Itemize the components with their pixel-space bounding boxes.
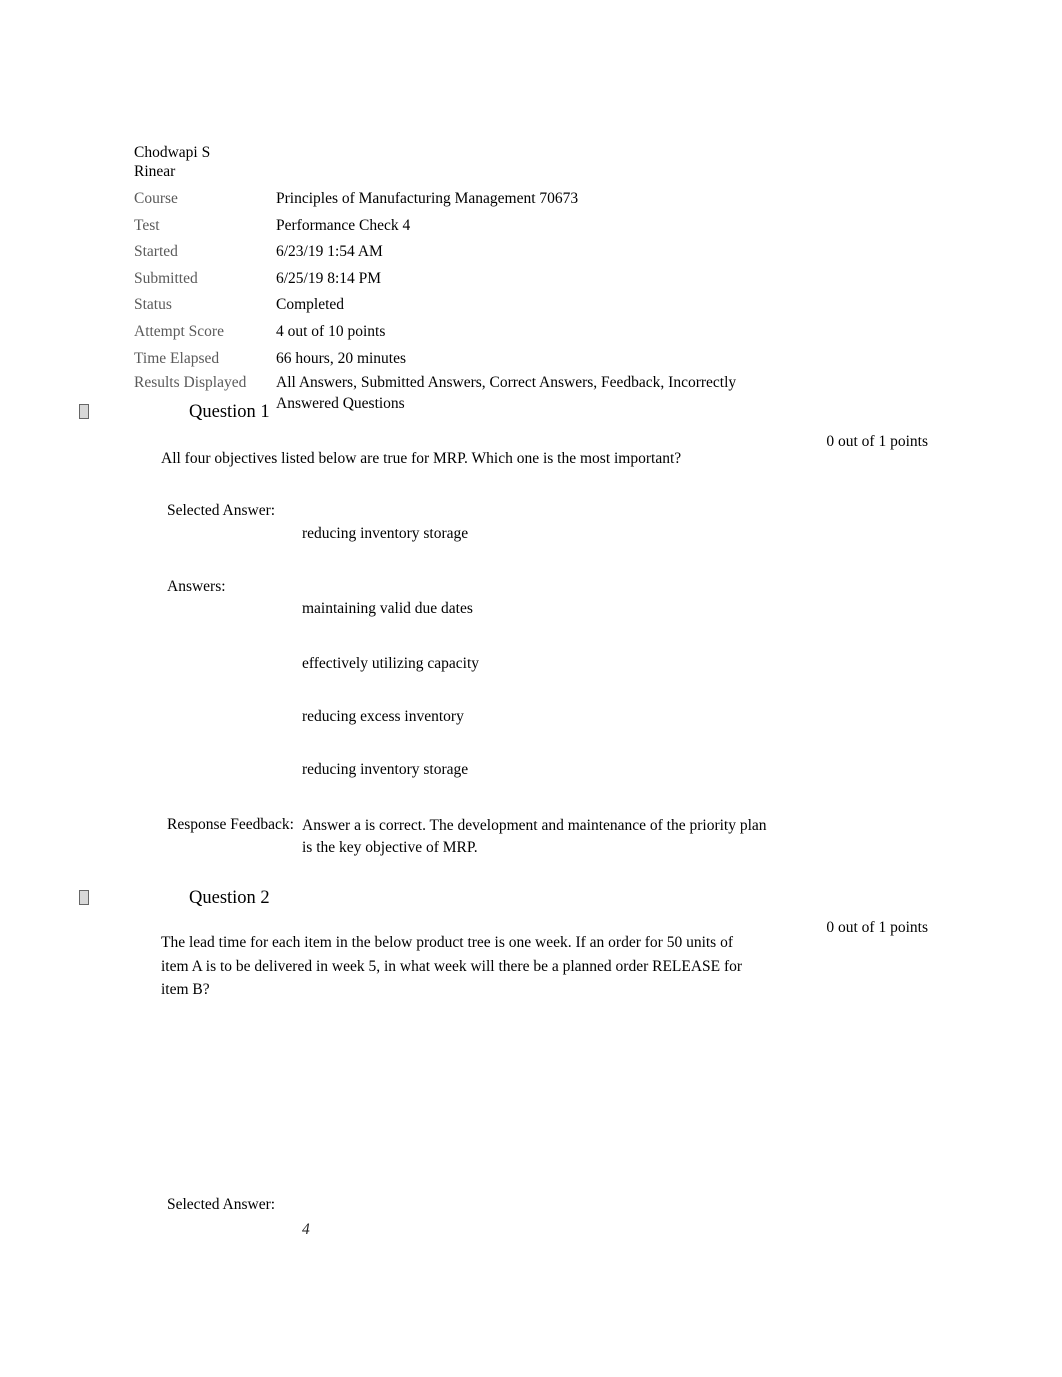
meta-label: Time Elapsed: [134, 349, 220, 367]
question-1-text: All four objectives listed below are tru…: [161, 450, 682, 467]
selected-answer-value: 4: [302, 1221, 310, 1238]
meta-row-started: Started 6/23/19 1:54 AM: [134, 240, 834, 265]
question-1-header: Question 1 0 out of 1 points: [0, 400, 1062, 450]
product-tree-figure-placeholder: [161, 1004, 761, 1184]
student-name: Chodwapi S Rinear: [134, 144, 211, 180]
response-feedback-label: Response Feedback:: [167, 816, 294, 833]
incorrect-answer-marker-icon: [79, 890, 89, 905]
meta-row-test: Test Performance Check 4: [134, 214, 834, 239]
meta-value: Performance Check 4: [276, 216, 411, 234]
question-2-points: 0 out of 1 points: [826, 919, 928, 936]
meta-value: 66 hours, 20 minutes: [276, 349, 407, 367]
selected-answer-value: reducing inventory storage: [302, 525, 469, 542]
question-2: Question 2 0 out of 1 points The lead ti…: [0, 886, 1062, 1238]
meta-value: Completed: [276, 296, 345, 314]
question-2-text: The lead time for each item in the below…: [161, 934, 743, 998]
question-2-header: Question 2 0 out of 1 points: [0, 886, 1062, 936]
meta-value: 4 out of 10 points: [276, 322, 386, 340]
meta-label: Results Displayed: [134, 374, 247, 392]
answer-option: reducing inventory storage: [302, 761, 469, 778]
question-1-points: 0 out of 1 points: [826, 433, 928, 450]
test-results-page: Chodwapi S Rinear Course Principles of M…: [0, 0, 1062, 1377]
attempt-summary: Chodwapi S Rinear Course Principles of M…: [134, 144, 834, 416]
selected-answer-label: Selected Answer:: [167, 502, 276, 519]
meta-row-status: Status Completed: [134, 293, 834, 318]
question-1-title: Question 1: [189, 402, 270, 422]
meta-label: Submitted: [134, 269, 198, 287]
meta-row-course: Course Principles of Manufacturing Manag…: [134, 187, 834, 212]
selected-answer-label: Selected Answer:: [167, 1196, 276, 1213]
meta-value: 6/25/19 8:14 PM: [276, 269, 382, 287]
meta-label: Started: [134, 243, 178, 261]
response-feedback-value: Answer a is correct. The development and…: [302, 817, 767, 856]
meta-row-submitted: Submitted 6/25/19 8:14 PM: [134, 267, 834, 292]
meta-row-time-elapsed: Time Elapsed 66 hours, 20 minutes: [134, 347, 834, 372]
meta-value: 6/23/19 1:54 AM: [276, 243, 383, 261]
meta-label: Status: [134, 296, 172, 314]
question-1: Question 1 0 out of 1 points All four ob…: [0, 400, 1062, 856]
question-2-title: Question 2: [189, 888, 270, 908]
answers-label: Answers:: [167, 578, 226, 595]
meta-label: Course: [134, 190, 178, 207]
meta-value: Principles of Manufacturing Management 7…: [276, 190, 579, 207]
answer-option: effectively utilizing capacity: [302, 655, 480, 672]
answer-option: maintaining valid due dates: [302, 600, 473, 617]
incorrect-answer-marker-icon: [79, 404, 89, 419]
meta-row-attempt-score: Attempt Score 4 out of 10 points: [134, 320, 834, 345]
meta-label: Test: [134, 216, 160, 234]
meta-label: Attempt Score: [134, 322, 224, 340]
answer-option: reducing excess inventory: [302, 708, 464, 725]
